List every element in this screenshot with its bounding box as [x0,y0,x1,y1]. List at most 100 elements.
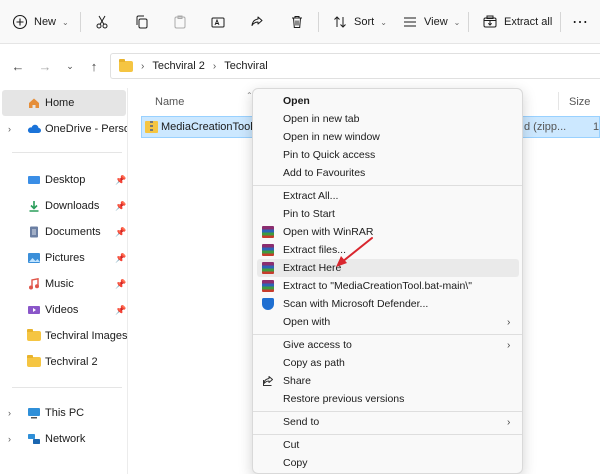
sidebar-item-techviral-2[interactable]: Techviral 2 [0,349,127,375]
breadcrumb-item[interactable]: Techviral 2 [152,60,205,72]
menu-item-label: Copy as path [283,357,345,369]
sidebar-item-desktop[interactable]: Desktop 📌 [0,167,127,193]
share-button[interactable] [249,8,265,36]
sidebar-item-label: Videos [45,304,79,316]
cut-button[interactable] [94,8,110,36]
zip-folder-icon [145,121,158,133]
pin-icon[interactable]: 📌 [115,253,126,264]
sidebar-item-documents[interactable]: Documents 📌 [0,219,127,245]
share-icon [251,16,263,26]
menu-item-cut[interactable]: Cut [257,436,519,454]
column-header-size[interactable]: Size [569,96,590,108]
menu-item-open-with-winrar[interactable]: Open with WinRAR [257,223,519,241]
back-button[interactable]: ← [10,58,26,74]
menu-item-copy[interactable]: Copy [257,454,519,472]
column-header-name[interactable]: Name [155,96,184,108]
network-icon [28,434,40,444]
menu-item-label: Open [283,95,310,107]
menu-item-restore-previous-versions[interactable]: Restore previous versions [257,390,519,408]
copy-icon [136,15,148,29]
sidebar-item-label: This PC [45,407,85,419]
paste-button[interactable] [172,8,188,36]
arrow-up-icon: ↑ [90,58,98,74]
sidebar-item-this-pc[interactable]: › This PC [0,400,127,426]
menu-item-label: Open with [283,316,331,328]
menu-separator [253,334,522,335]
pin-icon[interactable]: 📌 [115,227,126,238]
trash-icon [292,16,302,28]
file-type: d (zipp... [524,121,567,133]
music-icon [29,278,39,290]
folder-icon [27,355,41,367]
column-divider[interactable] [558,92,559,110]
sort-button[interactable]: Sort ⌄ [332,8,387,36]
menu-item-open[interactable]: Open [257,92,519,110]
sidebar-item-techviral-images[interactable]: Techviral Images [0,323,127,349]
menu-item-copy-as-path[interactable]: Copy as path [257,354,519,372]
menu-item-extract-files[interactable]: Extract files... [257,241,519,259]
delete-button[interactable] [289,8,305,36]
pin-icon[interactable]: 📌 [115,201,126,212]
chevron-right-icon[interactable]: › [8,434,11,444]
menu-item-open-in-new-tab[interactable]: Open in new tab [257,110,519,128]
address-bar[interactable]: › Techviral 2 › Techviral [110,53,600,79]
sidebar-item-label: Desktop [45,174,86,186]
extract-icon [483,15,497,28]
menu-item-open-with[interactable]: Open with › [257,313,519,331]
winrar-icon [262,280,274,292]
menu-item-label: Cut [283,439,300,451]
sidebar-item-label: OneDrive - Persona [45,123,127,135]
more-icon: ⋯ [572,14,589,31]
menu-item-give-access-to[interactable]: Give access to › [257,336,519,354]
context-menu: Open Open in new tab Open in new window … [252,88,523,474]
sidebar-item-label: Pictures [45,252,85,264]
menu-item-send-to[interactable]: Send to › [257,413,519,431]
copy-button[interactable] [134,8,150,36]
extract-all-button[interactable]: Extract all [482,8,552,36]
sidebar-item-pictures[interactable]: Pictures 📌 [0,245,127,271]
command-bar: New ⌄ Sort ⌄ View ⌄ Extract all ⋯ [0,0,600,44]
toolbar-divider [80,12,81,32]
menu-item-extract-all[interactable]: Extract All... [257,187,519,205]
menu-item-pin-to-start[interactable]: Pin to Start [257,205,519,223]
new-button[interactable]: New ⌄ [12,8,69,36]
breadcrumb-item[interactable]: Techviral [224,60,267,72]
sidebar-item-downloads[interactable]: Downloads 📌 [0,193,127,219]
menu-item-extract-here[interactable]: Extract Here [257,259,519,277]
new-label: New [34,16,57,28]
rename-button[interactable] [210,8,226,36]
chevron-right-icon: › [212,60,217,72]
recent-locations-button[interactable]: ⌄ [62,58,78,74]
sidebar-item-music[interactable]: Music 📌 [0,271,127,297]
more-options-button[interactable]: ⋯ [572,8,589,36]
menu-item-extract-to-folder[interactable]: Extract to "MediaCreationTool.bat-main\" [257,277,519,295]
sidebar-item-network[interactable]: › Network [0,426,127,452]
pin-icon[interactable]: 📌 [115,175,126,186]
sidebar-item-home[interactable]: Home [2,90,126,116]
up-button[interactable]: ↑ [86,58,102,74]
forward-button[interactable]: → [37,58,53,74]
arrow-right-icon: → [38,58,52,74]
view-label: View [424,16,448,28]
sidebar-item-onedrive[interactable]: › OneDrive - Persona [0,116,127,142]
menu-item-add-to-favourites[interactable]: Add to Favourites [257,164,519,182]
menu-separator [253,434,522,435]
sidebar-item-videos[interactable]: Videos 📌 [0,297,127,323]
chevron-right-icon[interactable]: › [8,124,11,134]
file-size: 1 [593,121,600,133]
menu-item-scan-with-defender[interactable]: Scan with Microsoft Defender... [257,295,519,313]
navigation-pane: Home › OneDrive - Persona Desktop 📌 Down… [0,88,128,474]
pin-icon[interactable]: 📌 [115,279,126,290]
chevron-right-icon[interactable]: › [8,408,11,418]
menu-item-label: Extract to "MediaCreationTool.bat-main\" [283,280,472,292]
view-button[interactable]: View ⌄ [402,8,460,36]
pin-icon[interactable]: 📌 [115,305,126,316]
menu-item-share[interactable]: Share [257,372,519,390]
menu-item-pin-to-quick-access[interactable]: Pin to Quick access [257,146,519,164]
menu-item-label: Restore previous versions [283,393,405,405]
sort-label: Sort [354,16,375,28]
menu-item-open-in-new-window[interactable]: Open in new window [257,128,519,146]
menu-item-label: Give access to [283,339,352,351]
chevron-right-icon: › [141,60,145,72]
scissors-icon [96,15,108,29]
